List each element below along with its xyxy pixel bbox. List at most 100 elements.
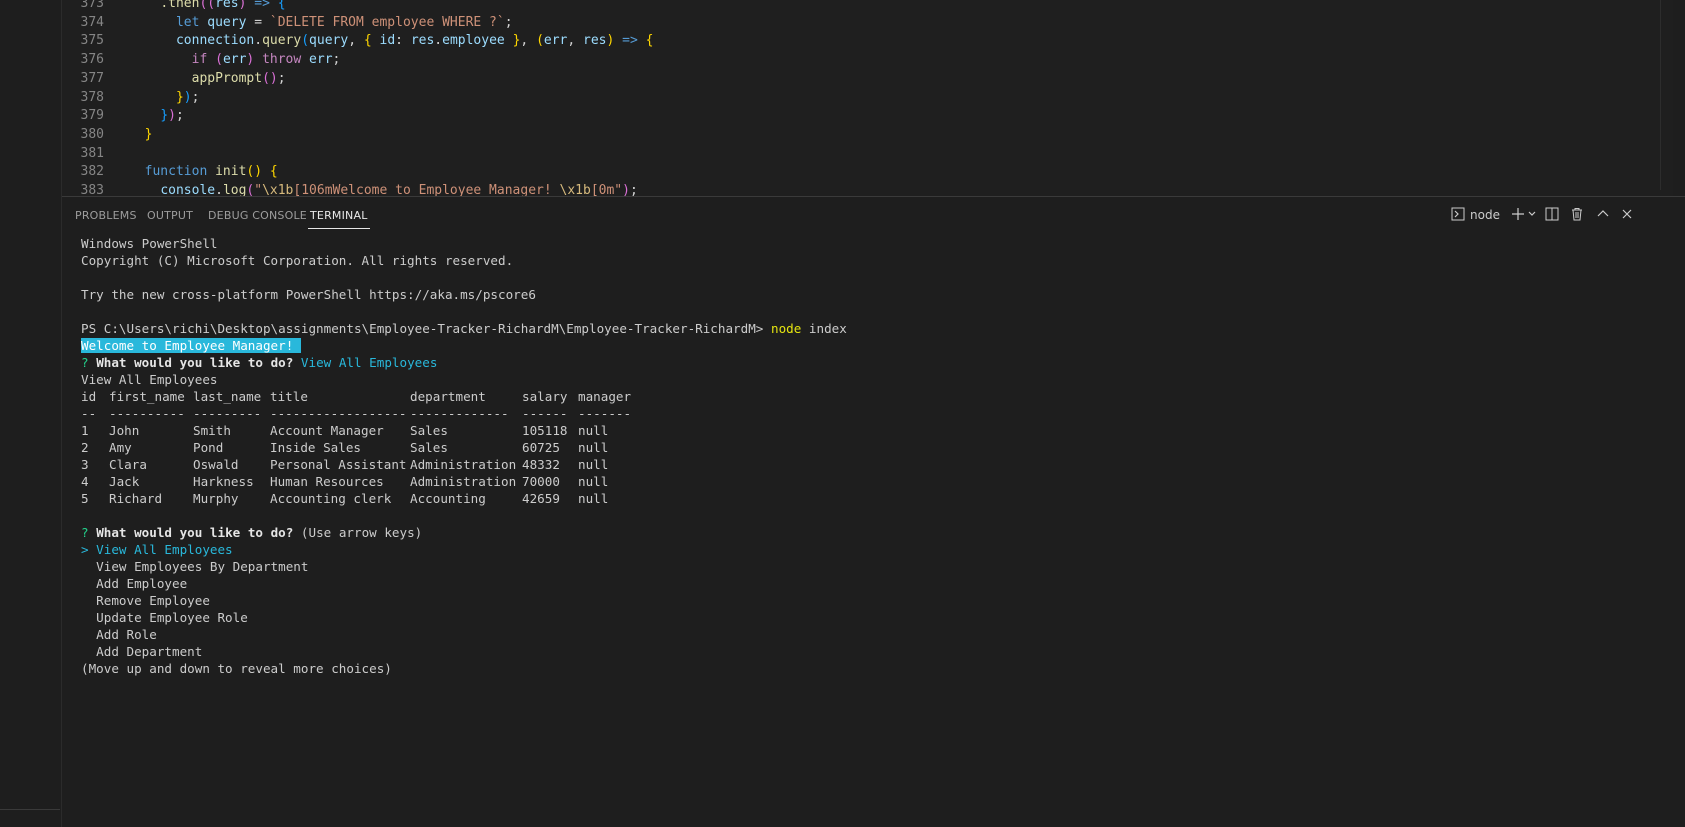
table-cell: Pond — [193, 440, 224, 455]
table-row: 2 Amy Pond Inside Sales Sales 60725 null — [81, 439, 681, 456]
table-cell: Jack — [109, 474, 140, 489]
table-cell: Human Resources — [270, 474, 384, 489]
command-line: PS C:\Users\richi\Desktop\assignments\Em… — [81, 320, 847, 337]
table-cell: 105118 — [522, 423, 568, 438]
choice-item[interactable]: Update Employee Role — [81, 609, 248, 626]
line-number: 375 — [80, 33, 104, 49]
table-cell: 42659 — [522, 491, 560, 506]
line-number: 373 — [80, 0, 104, 11]
table-cell: Personal Assistant — [270, 457, 407, 472]
split-terminal-button[interactable] — [1545, 207, 1559, 223]
answer-text: View All Employees — [300, 355, 438, 370]
close-panel-button[interactable] — [1620, 207, 1634, 223]
prompt-path: PS C:\Users\richi\Desktop\assignments\Em… — [81, 321, 764, 336]
tab-debug-console[interactable]: DEBUG CONSOLE — [208, 209, 307, 222]
terminal-output[interactable]: Windows PowerShell Copyright (C) Microso… — [81, 235, 1671, 795]
kill-terminal-button[interactable] — [1570, 207, 1584, 223]
table-cell: Sales — [410, 440, 448, 455]
table-cell: salary — [522, 389, 568, 404]
table-cell: department — [410, 389, 486, 404]
terminal-line: View All Employees — [81, 372, 218, 387]
chevron-down-icon — [1527, 207, 1537, 221]
editor-scrollbar[interactable] — [1660, 0, 1673, 190]
line-number: 376 — [80, 52, 104, 68]
line-number: 377 — [80, 70, 104, 86]
table-cell: Murphy — [193, 491, 239, 506]
maximize-panel-button[interactable] — [1596, 207, 1610, 223]
table-cell: Accounting clerk — [270, 491, 392, 506]
table-cell: Richard — [109, 491, 163, 506]
terminal-icon — [1451, 207, 1465, 221]
table-header: id first_name last_name title department sala… — [81, 388, 681, 405]
code-editor[interactable]: 373 .then((res) => {374 let query = `DEL… — [62, 0, 1673, 196]
code-line: 377 appPrompt(); — [62, 69, 1662, 88]
code-line: 383 console.log("\x1b[106mWelcome to Emp… — [62, 181, 1662, 196]
table-cell: null — [578, 440, 609, 455]
table-row: 3 Clara Oswald Personal Assistant Administra… — [81, 456, 681, 473]
new-terminal-button[interactable] — [1511, 207, 1525, 223]
table-cell: ------------------ — [270, 406, 407, 421]
hint-text: (Use arrow keys) — [300, 525, 423, 540]
line-number: 381 — [80, 145, 104, 161]
table-cell: first_name — [109, 389, 185, 404]
launch-profile-button[interactable] — [1527, 207, 1537, 223]
choice-item[interactable]: Add Employee — [81, 575, 187, 592]
table-separator: -- ---------- --------- ------------------ -… — [81, 405, 681, 422]
table-cell: Sales — [410, 423, 448, 438]
table-cell: Administration — [410, 457, 517, 472]
tab-problems[interactable]: PROBLEMS — [75, 209, 137, 222]
table-cell: Accounting — [410, 491, 486, 506]
table-cell: null — [578, 491, 609, 506]
tab-terminal[interactable]: TERMINAL — [308, 209, 370, 229]
choice-item[interactable]: Add Role — [81, 626, 157, 643]
code-line: 375 connection.query(query, { id: res.em… — [62, 31, 1662, 50]
choice-item[interactable]: Add Department — [81, 643, 202, 660]
terminal-line: Copyright (C) Microsoft Corporation. All… — [81, 253, 514, 268]
tab-output[interactable]: OUTPUT — [147, 209, 193, 222]
table-cell: 70000 — [522, 474, 560, 489]
question-text: What would you like to do? — [96, 355, 294, 370]
table-cell: ------------- — [410, 406, 509, 421]
code-text: } — [144, 126, 153, 142]
close-icon — [1620, 207, 1634, 221]
line-number: 383 — [80, 183, 104, 196]
table-cell: John — [109, 423, 140, 438]
line-number: 379 — [80, 108, 104, 124]
table-cell: Amy — [109, 440, 132, 455]
table-cell: Smith — [193, 423, 231, 438]
table-cell: ------- — [578, 406, 632, 421]
choice-item[interactable]: View Employees By Department — [81, 558, 308, 575]
panel-tabs: PROBLEMS OUTPUT DEBUG CONSOLE TERMINAL — [62, 197, 1685, 233]
trash-icon — [1570, 207, 1584, 221]
line-number: 380 — [80, 126, 104, 142]
code-line: 379 }); — [62, 106, 1662, 125]
table-cell: Harkness — [193, 474, 254, 489]
choice-item[interactable]: > View All Employees — [81, 541, 233, 558]
terminal-line: Windows PowerShell — [81, 236, 218, 251]
table-cell: 2 — [81, 440, 89, 455]
terminal-name: node — [1470, 208, 1500, 222]
table-cell: Clara — [109, 457, 147, 472]
table-cell: ---------- — [109, 406, 185, 421]
code-line: 376 if (err) throw err; — [62, 50, 1662, 69]
welcome-banner: Welcome to Employee Manager! — [81, 338, 301, 353]
welcome-line: Welcome to Employee Manager! — [81, 337, 301, 354]
code-text: function init() { — [144, 164, 278, 180]
code-text: appPrompt(); — [191, 70, 286, 86]
table-cell: ------ — [522, 406, 568, 421]
table-row: 4 Jack Harkness Human Resources Administrati… — [81, 473, 681, 490]
table-row: 5 Richard Murphy Accounting clerk Accounting… — [81, 490, 681, 507]
question-line: ? What would you like to do? View All Em… — [81, 354, 437, 371]
footer-hint: (Move up and down to reveal more choices… — [81, 661, 392, 676]
code-text: console.log("\x1b[106mWelcome to Employe… — [160, 183, 638, 196]
command-arg: index — [808, 321, 847, 336]
table-cell: Inside Sales — [270, 440, 361, 455]
question-mark: ? — [81, 525, 89, 540]
command-name: node — [770, 321, 802, 336]
line-number: 378 — [80, 89, 104, 105]
table-cell: Account Manager — [270, 423, 384, 438]
table-cell: 48332 — [522, 457, 560, 472]
choice-item[interactable]: Remove Employee — [81, 592, 210, 609]
plus-icon — [1511, 207, 1525, 221]
code-text: if (err) throw err; — [191, 52, 341, 68]
